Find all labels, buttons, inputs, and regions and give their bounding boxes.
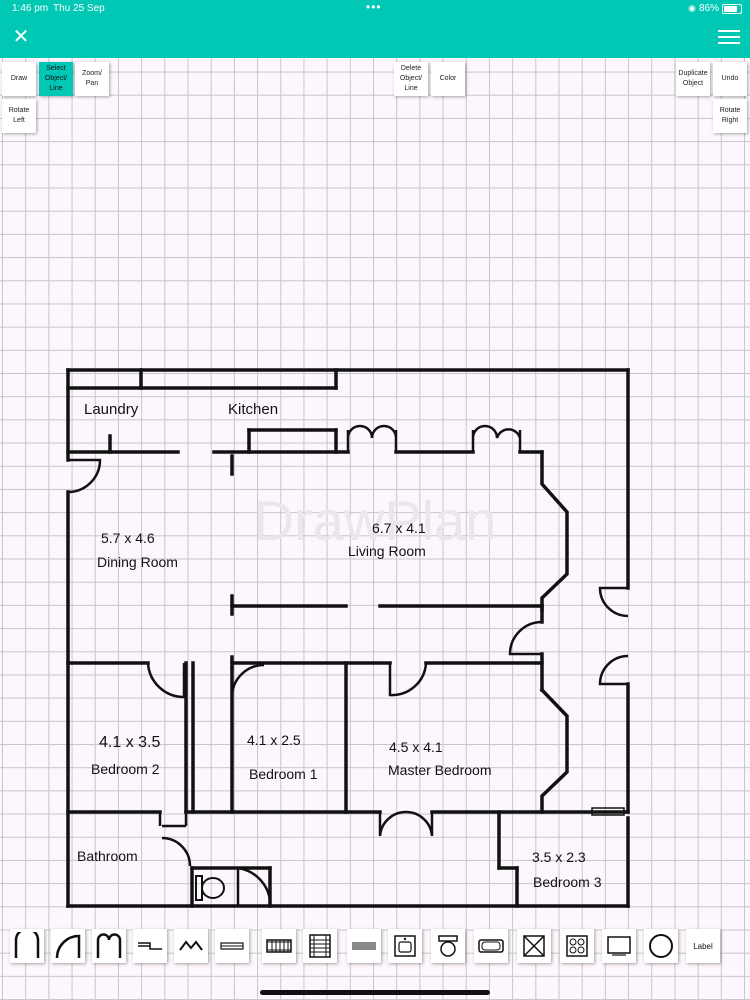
- cross-box-icon[interactable]: [517, 929, 551, 963]
- circle-icon[interactable]: [644, 929, 678, 963]
- door-kitchen-double-1: [346, 424, 398, 452]
- door-bath-step: [158, 812, 188, 828]
- door-master: [388, 662, 428, 697]
- door-toilet: [236, 866, 272, 906]
- door-master-bottom: [378, 810, 434, 837]
- tv-icon[interactable]: [602, 929, 636, 963]
- stove-icon[interactable]: [560, 929, 594, 963]
- sink-icon[interactable]: [388, 929, 422, 963]
- window-icon[interactable]: [215, 929, 249, 963]
- step-icon[interactable]: [133, 929, 167, 963]
- room-label-bed1[interactable]: Bedroom 1: [249, 766, 318, 782]
- door-kitchen-double-2: [471, 424, 522, 452]
- label-button[interactable]: Label: [686, 929, 720, 963]
- room-dim-bed1[interactable]: 4.1 x 2.5: [247, 732, 301, 748]
- stairs-icon[interactable]: [262, 929, 296, 963]
- room-label-master[interactable]: Master Bedroom: [388, 762, 491, 778]
- home-indicator[interactable]: [260, 990, 490, 995]
- door-bathroom: [161, 836, 192, 867]
- toilet-icon[interactable]: [431, 929, 465, 963]
- room-label-dining[interactable]: Dining Room: [97, 554, 178, 570]
- door-curved-icon[interactable]: [51, 929, 85, 963]
- room-label-laundry[interactable]: Laundry: [84, 401, 139, 418]
- room-label-bathroom[interactable]: Bathroom: [77, 848, 138, 864]
- door-single-icon[interactable]: [10, 929, 44, 963]
- solid-block-icon[interactable]: [347, 929, 381, 963]
- bath-icon[interactable]: [474, 929, 508, 963]
- room-label-kitchen[interactable]: Kitchen: [228, 401, 278, 418]
- stairs-vertical-icon[interactable]: [303, 929, 337, 963]
- room-dim-living[interactable]: 6.7 x 4.1: [372, 520, 426, 536]
- door-living-corner: [508, 620, 543, 656]
- toilet-fixture[interactable]: [195, 875, 225, 901]
- door-bed2: [146, 662, 186, 699]
- door-dining-left: [67, 458, 102, 494]
- room-label-living[interactable]: Living Room: [348, 543, 426, 559]
- floor-plan-canvas[interactable]: DrawPlan Laundry Kitchen 5.7 x 4.6 Dinin…: [0, 0, 750, 1000]
- door-double-icon[interactable]: [92, 929, 126, 963]
- room-label-bed2[interactable]: Bedroom 2: [91, 761, 160, 777]
- door-living-double: [598, 586, 629, 686]
- room-dim-bed3[interactable]: 3.5 x 2.3: [532, 849, 586, 865]
- room-label-bed3[interactable]: Bedroom 3: [533, 874, 602, 890]
- room-dim-master[interactable]: 4.5 x 4.1: [389, 739, 443, 755]
- roof-icon[interactable]: [174, 929, 208, 963]
- door-bed1: [230, 663, 265, 698]
- room-dim-bed2[interactable]: 4.1 x 3.5: [99, 734, 160, 751]
- room-dim-dining[interactable]: 5.7 x 4.6: [101, 530, 155, 546]
